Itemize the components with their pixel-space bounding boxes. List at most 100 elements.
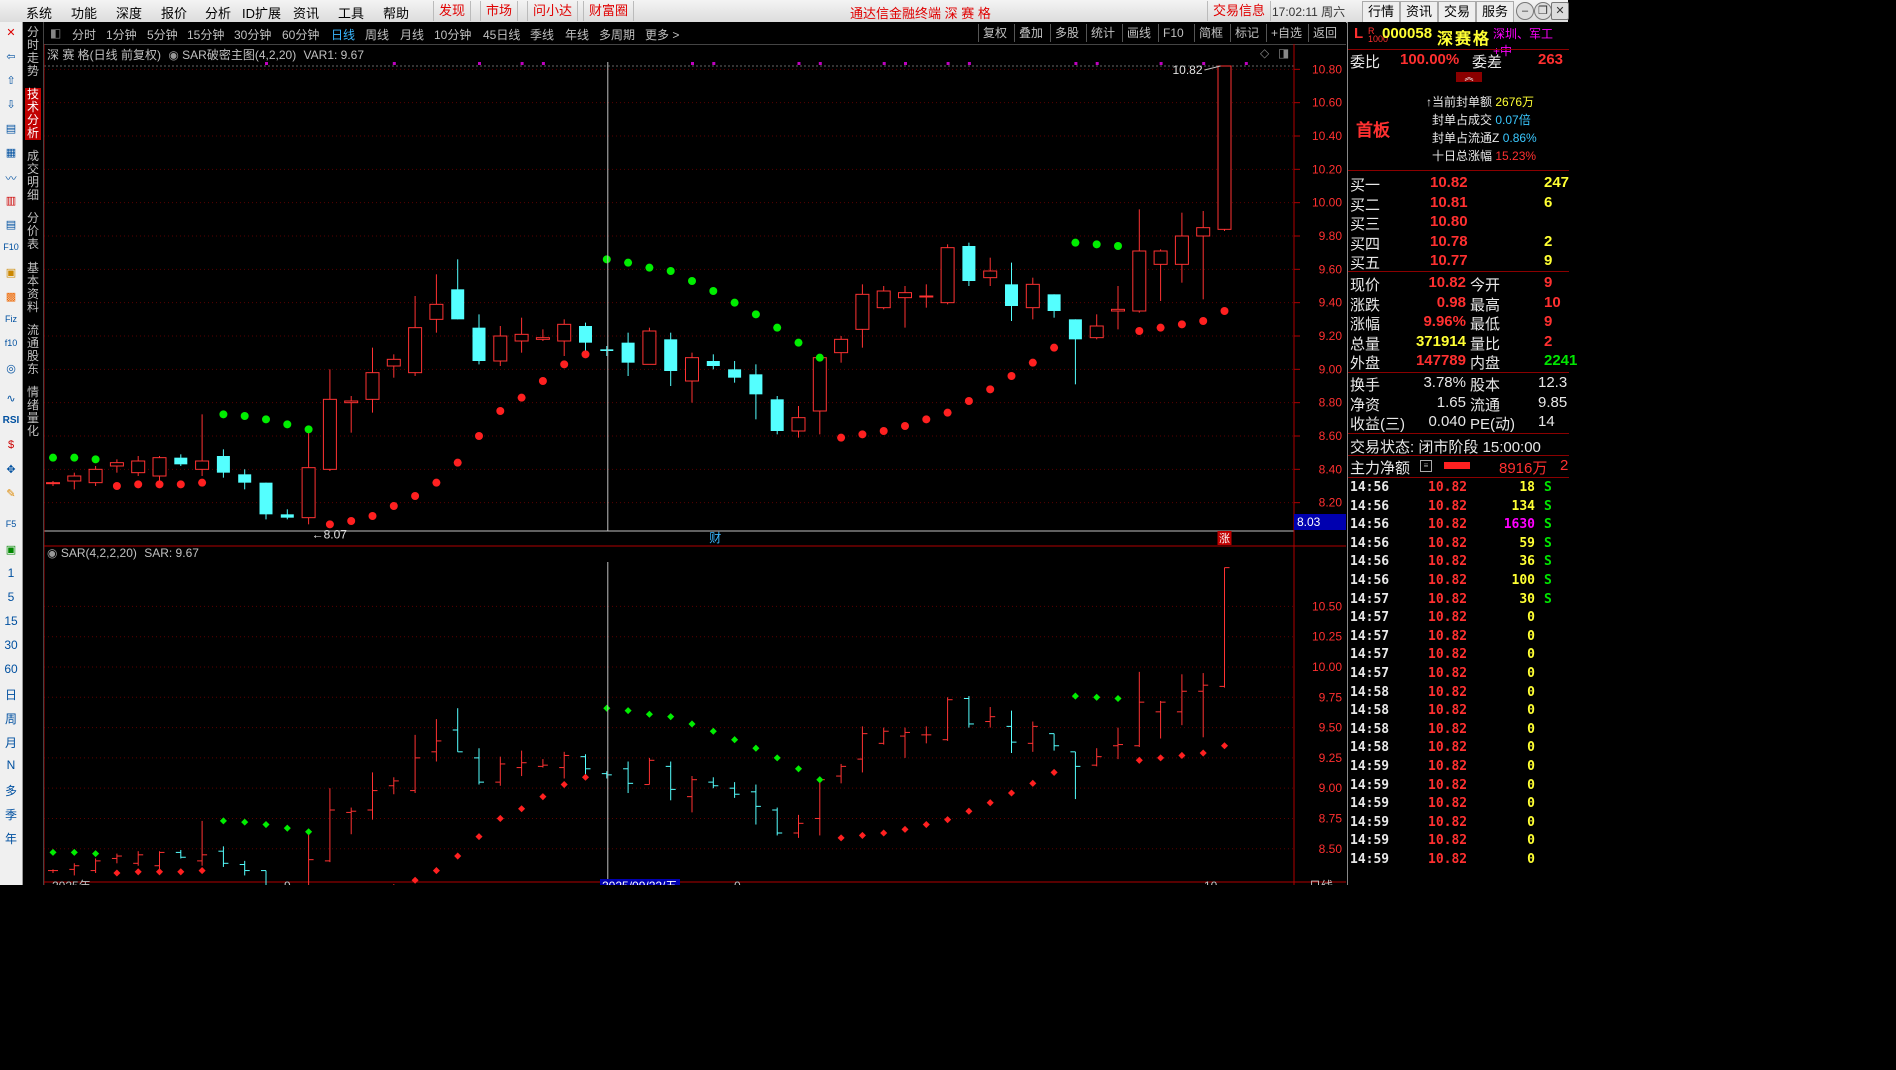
circle-icon[interactable]: ◎ xyxy=(3,362,19,376)
tab-transactions[interactable]: 成交明细 xyxy=(25,150,41,202)
tile-icon[interactable]: ▣ xyxy=(3,266,19,280)
line-chart-icon[interactable]: 〰 xyxy=(3,170,19,185)
period-weekly[interactable]: 周线 xyxy=(365,26,389,43)
s-icon[interactable]: $ xyxy=(3,439,19,453)
tool-add-watch[interactable]: +自选 xyxy=(1266,24,1306,42)
period-1-button[interactable]: 1 xyxy=(0,566,22,580)
period-15min[interactable]: 15分钟 xyxy=(187,26,224,43)
tool-fuquan[interactable]: 复权 xyxy=(978,24,1011,42)
tool-duogu[interactable]: 多股 xyxy=(1050,24,1083,42)
bid-row[interactable]: 买四 10.78 2 xyxy=(1348,233,1569,253)
kline-chart[interactable]: 10.80 10.60 10.40 10.20 10.00 9.80 9.60 9.40 9.2… xyxy=(44,44,1346,885)
menu-news[interactable]: 资讯 xyxy=(293,3,319,22)
list-icon[interactable]: ≡ xyxy=(1420,460,1432,472)
period-week-button[interactable]: 周 xyxy=(0,710,22,727)
period-30min[interactable]: 30分钟 xyxy=(234,26,271,43)
close-window-icon[interactable]: ✕ xyxy=(1551,2,1569,20)
tool-tongji[interactable]: 统计 xyxy=(1086,24,1119,42)
period-month-button[interactable]: 月 xyxy=(0,734,22,751)
tool-huaxian[interactable]: 画线 xyxy=(1122,24,1155,42)
period-more[interactable]: 更多 > xyxy=(645,26,679,43)
menu-caifuquan[interactable]: 财富圈 xyxy=(583,1,635,21)
tab-holders[interactable]: 流通股东 xyxy=(25,324,41,376)
period-day-button[interactable]: 日 xyxy=(0,686,22,703)
top-zixun-button[interactable]: 资讯 xyxy=(1400,1,1439,23)
period-5-button[interactable]: 5 xyxy=(0,590,22,604)
bid-row[interactable]: 买五 10.77 9 xyxy=(1348,252,1569,272)
menu-market[interactable]: 市场 xyxy=(480,1,519,21)
period-season[interactable]: 季线 xyxy=(530,26,554,43)
arrow-left-icon[interactable]: ⇦ xyxy=(3,50,19,64)
period-n-button[interactable]: N xyxy=(0,758,22,772)
panel-toggle-icon[interactable]: ◧ xyxy=(50,26,61,40)
menu-tools[interactable]: 工具 xyxy=(338,3,364,22)
menu-wenxiaoda[interactable]: 问小达 xyxy=(527,1,579,21)
arrow-down-icon[interactable]: ⇩ xyxy=(3,98,19,112)
tool-biaoji[interactable]: 标记 xyxy=(1230,24,1263,42)
top-hangqing-button[interactable]: 行情 xyxy=(1362,1,1401,23)
rsi-label[interactable]: RSI xyxy=(0,415,22,426)
tool-jiankuang[interactable]: 简框 xyxy=(1194,24,1227,42)
period-30-button[interactable]: 30 xyxy=(0,638,22,652)
top-fuwu-button[interactable]: 服务 xyxy=(1476,1,1515,23)
bid-row[interactable]: 买三 10.80 xyxy=(1348,213,1569,233)
bid-row[interactable]: 买二 10.81 6 xyxy=(1348,194,1569,214)
tab-technical[interactable]: 技术分析 xyxy=(25,88,41,140)
menu-system[interactable]: 系统 xyxy=(26,3,52,22)
close-icon[interactable]: ✕ xyxy=(3,26,19,40)
period-year-button[interactable]: 年 xyxy=(0,830,22,847)
period-year[interactable]: 年线 xyxy=(565,26,589,43)
period-10min[interactable]: 10分钟 xyxy=(434,26,471,43)
menu-depth[interactable]: 深度 xyxy=(116,3,142,22)
menu-help[interactable]: 帮助 xyxy=(383,3,409,22)
arrow-up-icon[interactable]: ⇧ xyxy=(3,74,19,88)
tab-fenshi[interactable]: 分时走势 xyxy=(25,26,41,78)
period-season-button[interactable]: 季 xyxy=(0,806,22,823)
candle-icon[interactable]: ▥ xyxy=(3,194,19,208)
period-multi[interactable]: 多周期 xyxy=(599,26,635,43)
period-45day[interactable]: 45日线 xyxy=(483,26,520,43)
minimize-icon[interactable]: – xyxy=(1516,2,1534,20)
table-icon[interactable]: ▤ xyxy=(3,218,19,232)
period-15-button[interactable]: 15 xyxy=(0,614,22,628)
menu-quote[interactable]: 报价 xyxy=(161,3,187,22)
menu-discover[interactable]: 发现 xyxy=(433,1,472,21)
period-1min[interactable]: 1分钟 xyxy=(106,26,137,43)
sub-sar-dot-green xyxy=(794,765,803,773)
f5-icon[interactable]: F5 xyxy=(3,519,19,533)
f10-icon[interactable]: F10 xyxy=(3,242,19,256)
tool-diejia[interactable]: 叠加 xyxy=(1014,24,1047,42)
img-icon[interactable]: ▣ xyxy=(3,543,19,557)
quote-label: 涨跌 xyxy=(1350,296,1381,314)
period-5min[interactable]: 5分钟 xyxy=(147,26,178,43)
book-icon[interactable]: ▩ xyxy=(3,290,19,304)
period-60-button[interactable]: 60 xyxy=(0,662,22,676)
fiz-icon[interactable]: Fiz xyxy=(3,314,19,328)
period-monthly[interactable]: 月线 xyxy=(400,26,424,43)
tool-back[interactable]: 返回 xyxy=(1308,24,1341,42)
tick-time: 14:58 xyxy=(1350,740,1390,756)
tab-sentiment[interactable]: 情绪量化 xyxy=(25,386,41,438)
menu-analysis[interactable]: 分析 xyxy=(205,3,231,22)
grid-icon[interactable]: ▦ xyxy=(3,146,19,160)
restore-icon[interactable]: ❐ xyxy=(1534,2,1552,20)
bid-row[interactable]: 买一 10.82 247 xyxy=(1348,174,1569,194)
move-icon[interactable]: ✥ xyxy=(3,463,19,477)
pen-icon[interactable]: ✎ xyxy=(3,487,19,501)
tab-price-table[interactable]: 分价表 xyxy=(25,212,41,251)
period-multi-button[interactable]: 多 xyxy=(0,782,22,799)
period-60min[interactable]: 60分钟 xyxy=(282,26,319,43)
period-daily[interactable]: 日线 xyxy=(331,26,355,43)
bid-label: 买五 xyxy=(1350,255,1381,272)
wave-icon[interactable]: ∿ xyxy=(3,392,19,406)
trade-info-button[interactable]: 交易信息 xyxy=(1207,1,1272,21)
period-fenshi[interactable]: 分时 xyxy=(72,26,96,43)
menu-function[interactable]: 功能 xyxy=(71,3,97,22)
menu-id-ext[interactable]: ID扩展 xyxy=(242,3,281,22)
f10b-icon[interactable]: f10 xyxy=(3,338,19,352)
report-icon[interactable]: ▤ xyxy=(3,122,19,136)
tab-basics[interactable]: 基本资料 xyxy=(25,262,41,314)
collapse-icon[interactable]: ︽ xyxy=(1456,72,1482,82)
tool-f10[interactable]: F10 xyxy=(1158,24,1188,42)
top-jiaoyi-button[interactable]: 交易 xyxy=(1438,1,1477,23)
